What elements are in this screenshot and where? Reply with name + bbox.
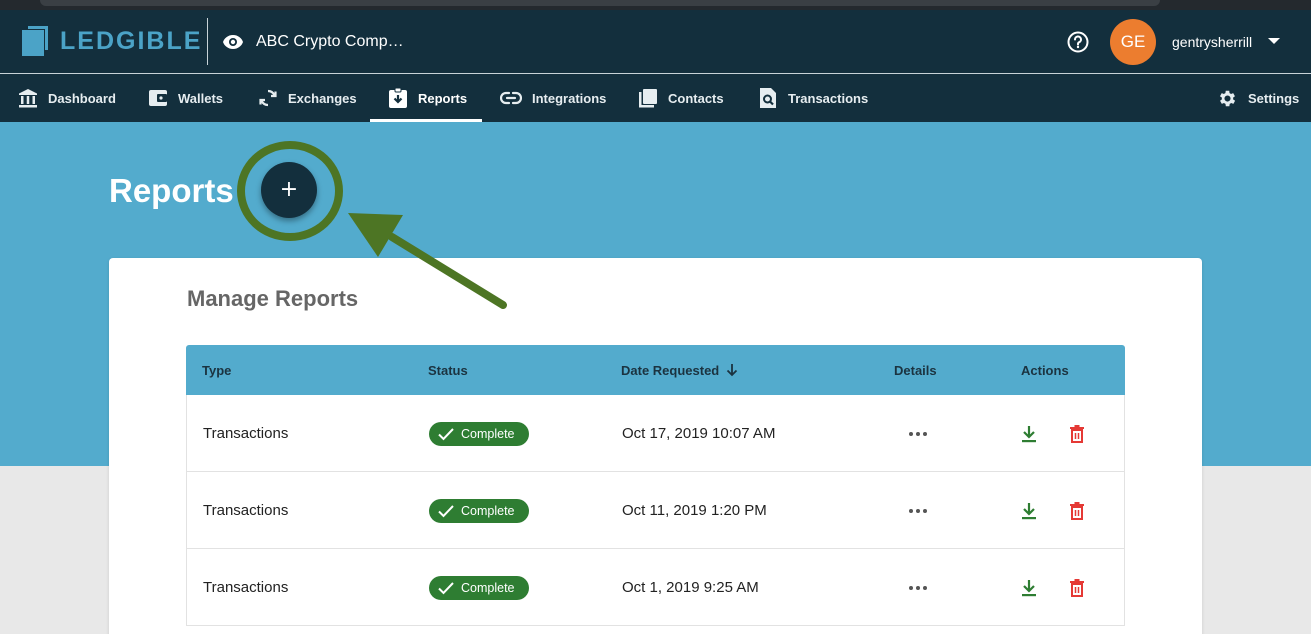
table-header: Type Status Date Requested Details Actio… [186, 345, 1125, 395]
status-label: Complete [461, 580, 515, 595]
company-name: ABC Crypto Comp… [256, 32, 404, 50]
bank-icon [19, 89, 37, 108]
username[interactable]: gentrysherrill [1172, 10, 1252, 73]
nav-label: Reports [418, 90, 468, 106]
link-icon [500, 91, 522, 105]
delete-button[interactable] [1070, 472, 1084, 549]
details-more-button[interactable] [909, 472, 927, 549]
nav-label: Contacts [668, 90, 724, 106]
download-icon [1022, 502, 1036, 519]
column-header-status[interactable]: Status [428, 345, 468, 395]
status-badge: Complete [429, 498, 529, 523]
trash-icon [1070, 501, 1084, 520]
more-horizontal-icon [909, 508, 927, 513]
contacts-icon [639, 89, 657, 108]
arrow-down-icon [727, 364, 738, 377]
nav-label: Dashboard [48, 90, 116, 106]
company-selector[interactable]: ABC Crypto Comp… [222, 10, 404, 73]
download-button[interactable] [1021, 395, 1037, 472]
details-more-button[interactable] [909, 395, 927, 472]
nav-label: Transactions [788, 90, 869, 106]
table-row: Transactions Complete Oct 17, 2019 10:07… [186, 395, 1125, 472]
sync-icon [259, 89, 277, 107]
nav-item-exchanges[interactable]: Exchanges [258, 74, 357, 122]
check-icon [438, 427, 454, 440]
nav-item-wallets[interactable]: Wallets [148, 74, 223, 122]
cell-date: Oct 11, 2019 1:20 PM [622, 502, 767, 519]
table-row: Transactions Complete Oct 1, 2019 9:25 A… [186, 549, 1125, 626]
cell-status: Complete [429, 395, 529, 472]
delete-button[interactable] [1070, 395, 1084, 472]
delete-button[interactable] [1070, 549, 1084, 626]
cell-type: Transactions [203, 579, 289, 596]
more-horizontal-icon [909, 431, 927, 436]
download-button[interactable] [1021, 472, 1037, 549]
help-icon[interactable] [1067, 31, 1089, 58]
document-search-icon [760, 88, 776, 108]
app-bar: LEDGIBLE ABC Crypto Comp… GE gentrysherr… [0, 10, 1311, 73]
cell-status: Complete [429, 549, 529, 626]
nav-label: Settings [1248, 90, 1300, 106]
download-icon [1022, 579, 1036, 596]
download-icon [1022, 425, 1036, 442]
column-header-date-label: Date Requested [621, 362, 720, 378]
trash-icon [1070, 424, 1084, 443]
nav-item-reports[interactable]: Reports [388, 74, 467, 122]
table-row: Transactions Complete Oct 11, 2019 1:20 … [186, 472, 1125, 549]
check-icon [438, 504, 454, 517]
nav-item-settings[interactable]: Settings [1217, 74, 1299, 122]
nav-item-integrations[interactable]: Integrations [500, 74, 606, 122]
logo[interactable]: LEDGIBLE [22, 26, 202, 56]
plus-icon: + [279, 177, 299, 202]
header-divider [207, 18, 208, 65]
avatar[interactable]: GE [1110, 19, 1156, 65]
nav-item-transactions[interactable]: Transactions [758, 74, 868, 122]
cell-status: Complete [429, 472, 529, 549]
trash-icon [1070, 578, 1084, 597]
logo-text: LEDGIBLE [60, 26, 203, 55]
cell-date: Oct 1, 2019 9:25 AM [622, 579, 759, 596]
column-header-date[interactable]: Date Requested [621, 345, 740, 395]
status-label: Complete [461, 426, 515, 441]
cell-type: Transactions [203, 425, 289, 442]
add-report-button[interactable]: + [261, 162, 317, 218]
caret-down-icon[interactable] [1268, 38, 1280, 44]
wallet-icon [149, 90, 167, 106]
manage-reports-card: Manage Reports Type Status Date Requeste… [109, 258, 1202, 634]
column-header-type[interactable]: Type [202, 345, 231, 395]
status-label: Complete [461, 503, 515, 518]
cell-date: Oct 17, 2019 10:07 AM [622, 425, 776, 442]
status-badge: Complete [429, 421, 529, 446]
more-horizontal-icon [909, 585, 927, 590]
nav-label: Wallets [178, 90, 224, 106]
download-button[interactable] [1021, 549, 1037, 626]
ledgible-logo-icon [22, 26, 50, 56]
card-title: Manage Reports [187, 286, 359, 311]
column-header-details: Details [894, 362, 937, 378]
page-title: Reports [109, 172, 234, 209]
nav-label: Integrations [532, 90, 607, 106]
nav-label: Exchanges [288, 90, 357, 106]
cell-type: Transactions [203, 502, 289, 519]
details-more-button[interactable] [909, 549, 927, 626]
column-header-actions: Actions [1021, 362, 1069, 378]
clipboard-download-icon [389, 87, 407, 108]
main-nav: Dashboard Wallets Exchanges Reports Inte… [0, 73, 1311, 122]
check-icon [438, 581, 454, 594]
eye-icon [223, 34, 243, 49]
gear-icon [1219, 90, 1236, 106]
nav-item-dashboard[interactable]: Dashboard [18, 74, 116, 122]
browser-top-strip [0, 0, 1311, 10]
browser-tab-strip [40, 0, 1160, 6]
status-badge: Complete [429, 575, 529, 600]
nav-item-contacts[interactable]: Contacts [638, 74, 724, 122]
reports-table: Type Status Date Requested Details Actio… [186, 345, 1125, 626]
